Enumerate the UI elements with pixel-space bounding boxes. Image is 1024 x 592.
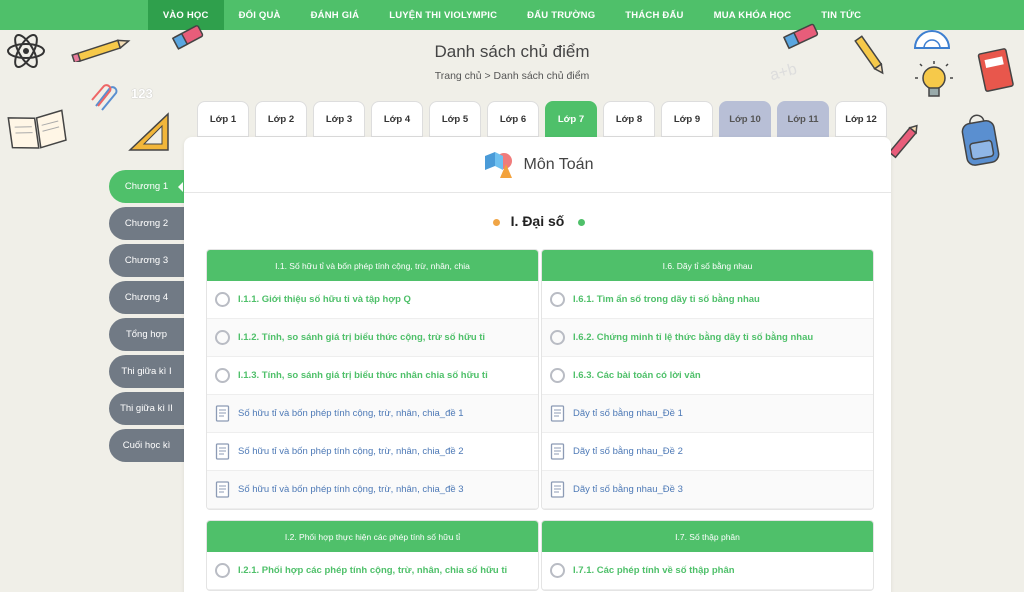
grade-tab[interactable]: Lớp 4 <box>371 101 423 137</box>
set-square-icon <box>128 112 169 151</box>
lesson-label: I.1.1. Giới thiệu số hữu tỉ và tập hợp Q <box>238 294 411 305</box>
lesson-row[interactable]: I.6.2. Chứng minh tỉ lệ thức bằng dãy tỉ… <box>542 319 873 357</box>
nav-item[interactable]: LUYỆN THI VIOLYMPIC <box>374 0 512 30</box>
exam-label: Số hữu tỉ và bốn phép tính cộng, trừ, nh… <box>238 446 464 457</box>
progress-circle-icon <box>215 330 230 345</box>
lesson-row[interactable]: I.2.1. Phối hợp các phép tính cộng, trừ,… <box>207 552 538 590</box>
lightbulb-icon <box>915 61 953 97</box>
topic-panel-title: I.7. Số thập phân <box>542 521 873 552</box>
lesson-row[interactable]: I.6.3. Các bài toán có lời văn <box>542 357 873 395</box>
lesson-label: I.6.1. Tìm ẩn số trong dãy tỉ số bằng nh… <box>573 294 760 305</box>
nav-item[interactable]: ĐÁNH GIÁ <box>296 0 375 30</box>
topic-panel: I.6. Dãy tỉ số bằng nhau I.6.1. Tìm ẩn số… <box>541 249 874 510</box>
nav-item[interactable]: ĐẤU TRƯỜNG <box>512 0 610 30</box>
progress-circle-icon <box>550 330 565 345</box>
progress-circle-icon <box>550 563 565 578</box>
subject-title: Môn Toán <box>523 155 594 173</box>
grade-tab[interactable]: Lớp 3 <box>313 101 365 137</box>
section-dot-right <box>578 219 585 226</box>
exam-row[interactable]: Dãy tỉ số bằng nhau_Đề 3 <box>542 471 873 509</box>
exam-row[interactable]: Dãy tỉ số bằng nhau_Đề 2 <box>542 433 873 471</box>
exam-row[interactable]: Số hữu tỉ và bốn phép tính cộng, trừ, nh… <box>207 395 538 433</box>
chapter-item[interactable]: Thi giữa kì II <box>109 392 184 425</box>
topic-panel-title: I.6. Dãy tỉ số bằng nhau <box>542 250 873 281</box>
progress-circle-icon <box>215 563 230 578</box>
exam-label: Số hữu tỉ và bốn phép tính cộng, trừ, nh… <box>238 484 464 495</box>
lesson-row[interactable]: I.7.1. Các phép tính về số thập phân <box>542 552 873 590</box>
document-icon <box>215 443 230 460</box>
chapter-item[interactable]: Cuối học kì <box>109 429 184 462</box>
lesson-label: I.6.2. Chứng minh tỉ lệ thức bằng dãy tỉ… <box>573 332 814 343</box>
document-icon <box>215 481 230 498</box>
nav-item[interactable]: THÁCH ĐẤU <box>610 0 698 30</box>
exam-row[interactable]: Số hữu tỉ và bốn phép tính cộng, trừ, nh… <box>207 433 538 471</box>
exam-label: Dãy tỉ số bằng nhau_Đề 2 <box>573 446 683 457</box>
progress-circle-icon <box>550 368 565 383</box>
exam-label: Dãy tỉ số bằng nhau_Đề 3 <box>573 484 683 495</box>
topic-panel-title: I.2. Phối hợp thực hiện các phép tính số… <box>207 521 538 552</box>
subject-header: Môn Toán <box>184 137 891 193</box>
chapter-menu: Chương 1 Chương 2 Chương 3 Chương 4 Tổng hợp… <box>109 170 184 466</box>
topic-panel: I.1. Số hữu tỉ và bốn phép tính cộng, tr… <box>206 249 539 510</box>
chapter-item[interactable]: Thi giữa kì I <box>109 355 184 388</box>
lesson-label: I.1.2. Tính, so sánh giá trị biểu thức c… <box>238 332 486 343</box>
paperclip-icon <box>91 84 118 111</box>
exam-row[interactable]: Dãy tỉ số bằng nhau_Đề 1 <box>542 395 873 433</box>
lesson-label: I.7.1. Các phép tính về số thập phân <box>573 565 735 576</box>
lesson-row[interactable]: I.1.2. Tính, so sánh giá trị biểu thức c… <box>207 319 538 357</box>
grade-tab[interactable]: Lớp 11 <box>777 101 829 137</box>
chapter-item[interactable]: Tổng hợp <box>109 318 184 351</box>
chapter-item[interactable]: Chương 2 <box>109 207 184 240</box>
document-icon <box>550 481 565 498</box>
grade-tab[interactable]: Lớp 12 <box>835 101 887 137</box>
progress-circle-icon <box>550 292 565 307</box>
lesson-label: I.6.3. Các bài toán có lời văn <box>573 370 701 381</box>
exam-label: Số hữu tỉ và bốn phép tính cộng, trừ, nh… <box>238 408 464 419</box>
section-title: I. Đại số <box>510 213 565 229</box>
grade-tab[interactable]: Lớp 1 <box>197 101 249 137</box>
progress-circle-icon <box>215 368 230 383</box>
nav-item[interactable]: ĐỔI QUÀ <box>224 0 296 30</box>
lesson-label: I.1.3. Tính, so sánh giá trị biểu thức n… <box>238 370 488 381</box>
grade-tab[interactable]: Lớp 6 <box>487 101 539 137</box>
topic-panel: I.7. Số thập phân I.7.1. Các phép tính về… <box>541 520 874 591</box>
chapter-item[interactable]: Chương 4 <box>109 281 184 314</box>
page-title: Danh sách chủ điểm <box>434 42 590 61</box>
topic-panel-title: I.1. Số hữu tỉ và bốn phép tính cộng, tr… <box>207 250 538 281</box>
chapter-item[interactable]: Chương 3 <box>109 244 184 277</box>
progress-circle-icon <box>215 292 230 307</box>
open-book-icon <box>7 109 67 149</box>
grade-tabs: Lớp 1 Lớp 2 Lớp 3 Lớp 4 Lớp 5 Lớp 6 Lớp 7 Lớp 8… <box>197 101 887 137</box>
backpack-icon <box>961 114 1000 166</box>
lesson-row[interactable]: I.1.3. Tính, so sánh giá trị biểu thức n… <box>207 357 538 395</box>
numbers-decoration: 123 <box>131 86 153 101</box>
math-shapes-icon <box>484 151 512 178</box>
exam-row[interactable]: Số hữu tỉ và bốn phép tính cộng, trừ, nh… <box>207 471 538 509</box>
document-icon <box>215 405 230 422</box>
grade-tab[interactable]: Lớp 10 <box>719 101 771 137</box>
top-nav: VÀO HỌC ĐỔI QUÀ ĐÁNH GIÁ LUYỆN THI VIOLYMPI… <box>0 0 1024 30</box>
topic-panel: I.2. Phối hợp thực hiện các phép tính số… <box>206 520 539 591</box>
exam-label: Dãy tỉ số bằng nhau_Đề 1 <box>573 408 683 419</box>
grade-tab[interactable]: Lớp 8 <box>603 101 655 137</box>
grade-tab[interactable]: Lớp 2 <box>255 101 307 137</box>
grade-tab[interactable]: Lớp 9 <box>661 101 713 137</box>
grade-tab[interactable]: Lớp 5 <box>429 101 481 137</box>
document-icon <box>550 443 565 460</box>
breadcrumb[interactable]: Trang chủ > Danh sách chủ điểm <box>0 70 1024 82</box>
lesson-row[interactable]: I.1.1. Giới thiệu số hữu tỉ và tập hợp Q <box>207 281 538 319</box>
lesson-row[interactable]: I.6.1. Tìm ẩn số trong dãy tỉ số bằng nh… <box>542 281 873 319</box>
chapter-item[interactable]: Chương 1 <box>109 170 184 203</box>
document-icon <box>550 405 565 422</box>
lesson-label: I.2.1. Phối hợp các phép tính cộng, trừ,… <box>238 565 508 576</box>
grade-tab[interactable]: Lớp 7 <box>545 101 597 137</box>
